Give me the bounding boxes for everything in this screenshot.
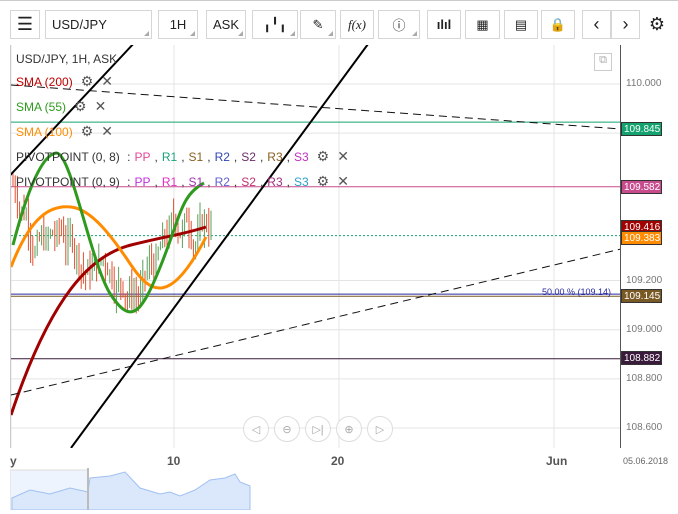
- price-tag: 109.845: [621, 122, 662, 136]
- pivot-level: S2: [241, 149, 256, 164]
- triangle-left-icon: ◁: [251, 423, 261, 436]
- zoom-out-button[interactable]: ⊖: [274, 416, 300, 442]
- pivot-level: S3: [293, 149, 309, 164]
- zoom-in-button[interactable]: ⊕: [336, 416, 362, 442]
- calendar-icon: ▦: [476, 16, 489, 32]
- timeframe-select[interactable]: 1H: [158, 10, 198, 39]
- reset-button[interactable]: ▷|: [305, 416, 331, 442]
- chevron-left-icon: ‹: [593, 14, 600, 34]
- gear-icon[interactable]: ⚙: [317, 173, 330, 190]
- pivot-level: R3: [267, 174, 283, 189]
- pivot-level: S1: [188, 149, 204, 164]
- price-axis[interactable]: [620, 45, 678, 448]
- pencil-icon: ✎: [312, 16, 324, 32]
- triangle-right-icon: ▷: [375, 423, 385, 436]
- report-icon: ▤: [514, 16, 528, 32]
- date-label: 05.06.2018: [623, 456, 669, 466]
- pivot-level: R3: [267, 149, 283, 164]
- scroll-left-button[interactable]: ◁: [243, 416, 269, 442]
- gear-icon[interactable]: ⚙: [317, 148, 330, 165]
- trend-line: [70, 45, 369, 448]
- next-button[interactable]: ›: [611, 10, 640, 39]
- chart-type-button[interactable]: ╻╹╻: [252, 10, 298, 39]
- pivot-level: S3: [293, 174, 309, 189]
- price-tag: 108.882: [621, 351, 662, 365]
- volume-button[interactable]: ılıl: [427, 10, 461, 39]
- x-label: Jun: [546, 454, 568, 468]
- close-icon[interactable]: ✕: [337, 148, 349, 165]
- close-icon[interactable]: ✕: [337, 173, 349, 190]
- legend-label: PIVOTPOINT (0, 8): [16, 149, 120, 164]
- legend-label: SMA (55): [16, 99, 67, 114]
- zoom-out-icon: ⊖: [282, 423, 292, 436]
- toolbar: ☰ USD/JPY 1H ASK ╻╹╻ ✎ f(x) ⓘ ılıl ▦ ▤ 🔒…: [0, 0, 678, 45]
- legend-label: PIVOTPOINT (0, 9): [16, 174, 120, 189]
- scroll-right-button[interactable]: ▷: [367, 416, 393, 442]
- price-label: 108.600: [626, 421, 663, 433]
- report-button[interactable]: ▤: [504, 10, 538, 39]
- pivot-level: PP: [134, 149, 151, 164]
- close-icon[interactable]: ✕: [101, 73, 113, 90]
- gear-icon: ⚙: [648, 14, 666, 34]
- fib-label: 50.00 % (109.14): [542, 287, 612, 297]
- pivot-level: R2: [214, 174, 230, 189]
- x-label: 20: [331, 454, 345, 468]
- info-icon: ⓘ: [392, 18, 406, 33]
- pivot-level: S2: [241, 174, 256, 189]
- settings-button[interactable]: ⚙: [645, 10, 669, 39]
- navigator[interactable]: [10, 468, 620, 510]
- gear-icon[interactable]: ⚙: [74, 98, 87, 115]
- draw-button[interactable]: ✎: [300, 10, 336, 39]
- info-button[interactable]: ⓘ: [378, 10, 420, 39]
- pivot-level: S1: [188, 174, 204, 189]
- zoom-in-icon: ⊕: [344, 423, 354, 436]
- gear-icon[interactable]: ⚙: [81, 123, 94, 140]
- price-label: 108.800: [626, 372, 663, 384]
- legend-pivot: PIVOTPOINT (0, 8) : PP, R1, S1, R2, S2, …: [16, 148, 349, 165]
- bar-chart-icon: ılıl: [436, 17, 452, 32]
- menu-button[interactable]: ☰: [10, 10, 40, 39]
- chart-title: USD/JPY, 1H, ASK: [16, 52, 118, 66]
- popout-icon: ⧉: [599, 54, 607, 66]
- calendar-button[interactable]: ▦: [465, 10, 500, 39]
- legend-sma: SMA (200) ⚙ ✕: [16, 73, 113, 90]
- sma-200-line: [11, 225, 207, 416]
- price-label: 110.000: [626, 78, 662, 89]
- price-label: 109.200: [626, 274, 663, 286]
- legend-sma: SMA (55) ⚙ ✕: [16, 98, 106, 115]
- indicators-button[interactable]: f(x): [340, 10, 374, 39]
- trend-line: [11, 248, 620, 396]
- gear-icon[interactable]: ⚙: [81, 73, 94, 90]
- symbol-select[interactable]: USD/JPY: [45, 10, 152, 39]
- pivot-level: R1: [161, 149, 178, 164]
- hamburger-icon: ☰: [16, 14, 34, 34]
- x-label: y: [10, 454, 17, 468]
- price-tag: 109.383: [621, 231, 662, 245]
- legend-sma: SMA (100) ⚙ ✕: [16, 123, 113, 140]
- lock-button[interactable]: 🔒: [541, 10, 575, 39]
- legend-pivot: PIVOTPOINT (0, 9) : PP, R1, S1, R2, S2, …: [16, 173, 349, 190]
- close-icon[interactable]: ✕: [95, 98, 107, 115]
- popout-button[interactable]: ⧉: [594, 53, 612, 71]
- pivot-level: PP: [134, 174, 151, 189]
- close-icon[interactable]: ✕: [101, 123, 113, 140]
- legend-label: SMA (100): [16, 124, 73, 139]
- candles-icon: ╻╹╻: [263, 16, 287, 32]
- price-tag: 109.582: [621, 180, 662, 194]
- pivot-level: R1: [161, 174, 178, 189]
- lock-icon: 🔒: [549, 16, 567, 32]
- pivot-level: R2: [214, 149, 230, 164]
- skip-end-icon: ▷|: [312, 423, 324, 436]
- legend-label: SMA (200): [16, 74, 73, 89]
- chevron-right-icon: ›: [622, 14, 629, 34]
- prev-button[interactable]: ‹: [582, 10, 611, 39]
- x-label: 10: [167, 454, 181, 468]
- price-type-select[interactable]: ASK: [206, 10, 246, 39]
- price-tag: 109.145: [621, 289, 662, 303]
- price-label: 109.000: [626, 323, 663, 335]
